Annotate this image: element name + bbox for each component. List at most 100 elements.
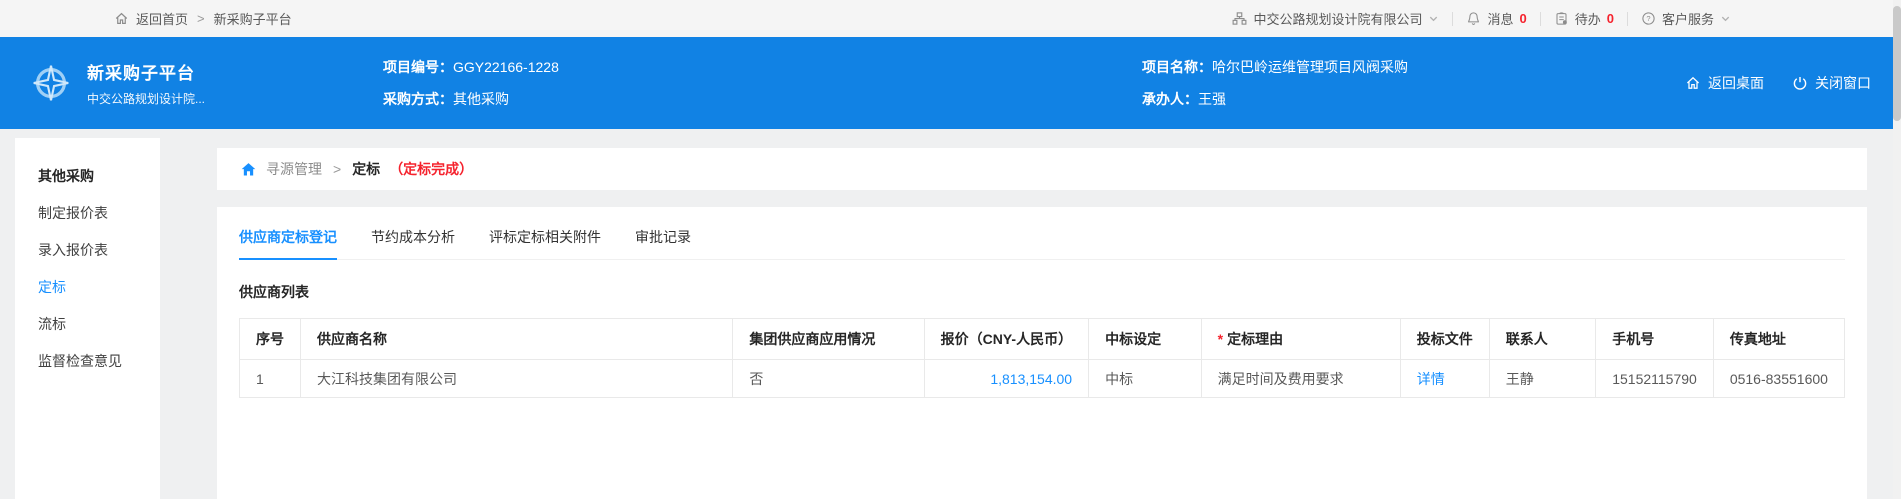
clipboard-icon: [1554, 11, 1569, 26]
sidebar-item-label: 制定报价表: [38, 203, 108, 223]
scrollbar-thumb[interactable]: [1893, 6, 1901, 121]
cell-award-reason: 满足时间及费用要求: [1201, 360, 1400, 398]
handler-label: 承办人：: [1142, 91, 1198, 107]
col-fax: 传真地址: [1713, 319, 1844, 360]
close-window-button[interactable]: 关闭窗口: [1792, 73, 1871, 93]
project-meta-left: 项目编号：GGY22166-1228 采购方式：其他采购: [383, 37, 559, 129]
platform-logo-icon: [28, 60, 74, 106]
sidebar-item-label: 流标: [38, 314, 66, 334]
col-bid-document: 投标文件: [1400, 319, 1489, 360]
purchase-method-label: 采购方式：: [383, 91, 453, 107]
home-outline-icon: [114, 11, 129, 26]
chevron-down-icon: [1428, 13, 1439, 24]
cell-phone: 15152115790: [1596, 360, 1714, 398]
breadcrumb-section[interactable]: 寻源管理: [266, 159, 322, 179]
top-bar: 返回首页 > 新采购子平台 中交公路规划设计院有限公司 消息 0 待办: [0, 0, 1901, 37]
header-actions: 返回桌面 关闭窗口: [1685, 37, 1871, 129]
col-bid-setting: 中标设定: [1089, 319, 1202, 360]
col-group-usage: 集团供应商应用情况: [733, 319, 924, 360]
col-price: 报价（CNY-人民币）: [924, 319, 1088, 360]
desktop-home-icon: [1685, 75, 1701, 91]
topbar-platform-crumb: 新采购子平台: [214, 9, 292, 28]
svg-text:?: ?: [1646, 14, 1650, 23]
tab-label: 审批记录: [635, 229, 691, 245]
bid-document-detail-link[interactable]: 详情: [1417, 371, 1445, 387]
tab-cost-saving-analysis[interactable]: 节约成本分析: [371, 227, 455, 260]
breadcrumb: 寻源管理 > 定标 （定标完成）: [217, 148, 1867, 190]
sidebar-group-title: 其他采购: [38, 166, 160, 186]
company-name: 中交公路规划设计院有限公司: [1253, 9, 1422, 28]
tab-bar: 供应商定标登记 节约成本分析 评标定标相关附件 审批记录: [239, 207, 1845, 260]
purchase-method-value: 其他采购: [453, 91, 509, 107]
cell-group-usage: 否: [733, 360, 924, 398]
col-contact: 联系人: [1489, 319, 1595, 360]
company-switcher[interactable]: 中交公路规划设计院有限公司: [1232, 9, 1439, 28]
sidebar-item-make-quote-sheet[interactable]: 制定报价表: [38, 194, 160, 231]
messages-count-badge: 0: [1520, 11, 1527, 26]
tab-label: 节约成本分析: [371, 229, 455, 245]
platform-title: 新采购子平台: [87, 59, 205, 84]
project-no-label: 项目编号：: [383, 59, 453, 75]
back-desktop-label: 返回桌面: [1708, 73, 1764, 93]
sidebar: 其他采购 制定报价表 录入报价表 定标 流标 监督检查意见: [15, 138, 160, 499]
tab-evaluation-attachments[interactable]: 评标定标相关附件: [489, 227, 601, 260]
cell-bid-setting: 中标: [1089, 360, 1202, 398]
sidebar-item-enter-quote-sheet[interactable]: 录入报价表: [38, 231, 160, 268]
table-row: 1 大江科技集团有限公司 否 1,813,154.00 中标 满足时间及费用要求…: [240, 360, 1845, 398]
project-name-value: 哈尔巴岭运维管理项目风阀采购: [1212, 59, 1408, 75]
sidebar-item-failed-bid[interactable]: 流标: [38, 305, 160, 342]
tab-supplier-award-registration[interactable]: 供应商定标登记: [239, 227, 337, 260]
todo-count-badge: 0: [1607, 11, 1614, 26]
cell-fax: 0516-83551600: [1713, 360, 1844, 398]
col-supplier-name: 供应商名称: [301, 319, 733, 360]
brand: 新采购子平台 中交公路规划设计院...: [28, 37, 205, 129]
divider: [1540, 12, 1541, 26]
power-icon: [1792, 75, 1808, 91]
breadcrumb-current: 定标: [352, 159, 380, 179]
supplier-table: 序号 供应商名称 集团供应商应用情况 报价（CNY-人民币） 中标设定 *定标理…: [239, 318, 1845, 398]
required-marker: *: [1218, 331, 1223, 347]
tab-approval-records[interactable]: 审批记录: [635, 227, 691, 260]
col-award-reason: *定标理由: [1201, 319, 1400, 360]
project-meta-right: 项目名称：哈尔巴岭运维管理项目风阀采购 承办人：王强: [1142, 37, 1408, 129]
back-desktop-button[interactable]: 返回桌面: [1685, 73, 1764, 93]
close-window-label: 关闭窗口: [1815, 73, 1871, 93]
customer-service-label: 客户服务: [1662, 9, 1714, 28]
messages-label: 消息: [1487, 9, 1513, 28]
sidebar-item-label: 录入报价表: [38, 240, 108, 260]
todo-label: 待办: [1575, 9, 1601, 28]
cell-contact: 王静: [1489, 360, 1595, 398]
project-name-label: 项目名称：: [1142, 59, 1212, 75]
breadcrumb-status: （定标完成）: [389, 159, 473, 179]
col-phone: 手机号: [1596, 319, 1714, 360]
cell-price: 1,813,154.00: [924, 360, 1088, 398]
breadcrumb-separator: >: [333, 161, 341, 177]
app-header: 新采购子平台 中交公路规划设计院... 项目编号：GGY22166-1228 采…: [0, 37, 1901, 129]
bell-icon: [1466, 11, 1481, 26]
back-home-link[interactable]: 返回首页: [136, 9, 188, 28]
sidebar-item-award[interactable]: 定标: [38, 268, 160, 305]
cell-bid-document: 详情: [1400, 360, 1489, 398]
handler-value: 王强: [1198, 91, 1226, 107]
sidebar-item-label: 监督检查意见: [38, 351, 122, 371]
cell-seq: 1: [240, 360, 301, 398]
customer-service-menu[interactable]: ? 客户服务: [1641, 9, 1731, 28]
supplier-list-title: 供应商列表: [239, 282, 1845, 302]
platform-subtitle: 中交公路规划设计院...: [87, 90, 205, 107]
messages-button[interactable]: 消息 0: [1466, 9, 1526, 28]
divider: [1627, 12, 1628, 26]
col-seq: 序号: [240, 319, 301, 360]
question-circle-icon: ?: [1641, 11, 1656, 26]
sidebar-item-supervision-opinion[interactable]: 监督检查意见: [38, 342, 160, 379]
sidebar-item-label: 定标: [38, 277, 66, 297]
cell-supplier-name: 大江科技集团有限公司: [301, 360, 733, 398]
todo-button[interactable]: 待办 0: [1554, 9, 1614, 28]
divider: [1452, 12, 1453, 26]
organization-icon: [1232, 11, 1247, 26]
table-header-row: 序号 供应商名称 集团供应商应用情况 报价（CNY-人民币） 中标设定 *定标理…: [240, 319, 1845, 360]
breadcrumb-home-icon[interactable]: [240, 161, 257, 178]
project-no-value: GGY22166-1228: [453, 59, 559, 75]
chevron-down-icon: [1720, 13, 1731, 24]
vertical-scrollbar[interactable]: [1893, 0, 1901, 499]
col-award-reason-label: 定标理由: [1227, 331, 1283, 347]
